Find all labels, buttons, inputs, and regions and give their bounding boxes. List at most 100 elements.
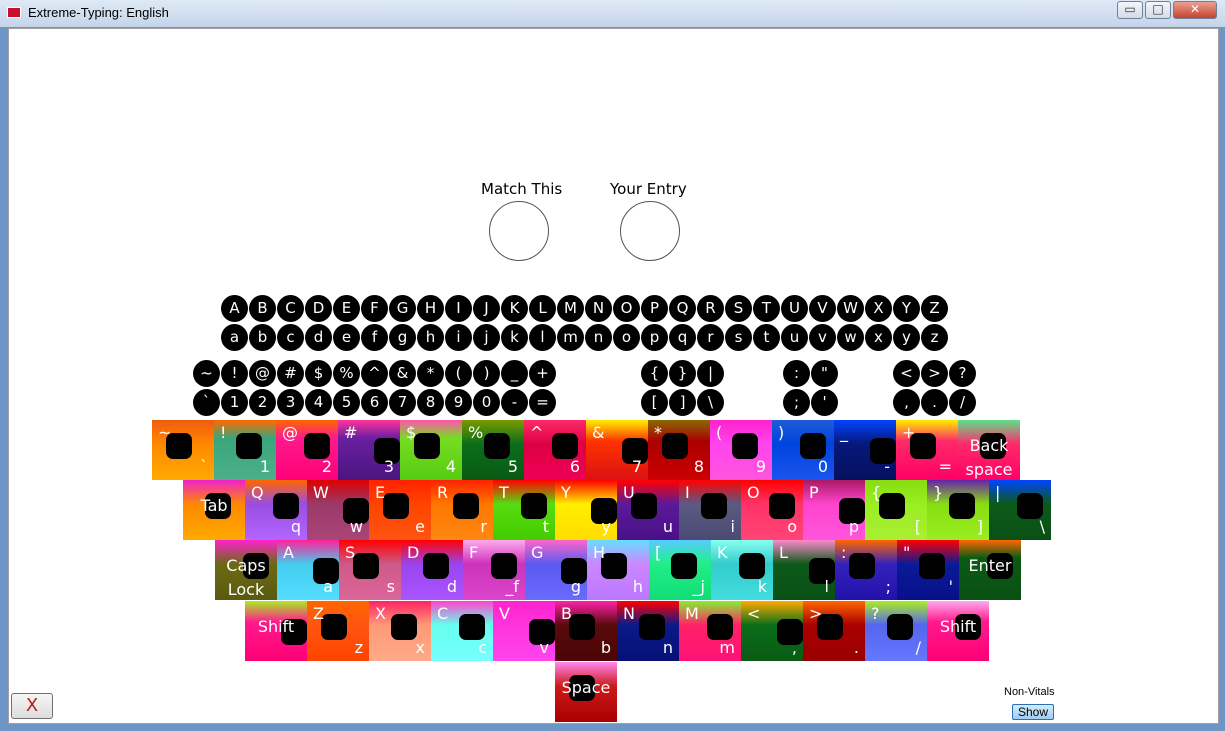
key[interactable]: ! 1 xyxy=(214,420,276,480)
key[interactable]: Mm xyxy=(679,601,741,661)
ref-symbol: < xyxy=(893,360,920,387)
key[interactable]: & 7 xyxy=(586,420,648,480)
key[interactable]: Ll xyxy=(773,540,835,600)
key-base-label: o xyxy=(787,517,797,536)
key[interactable]: @2 xyxy=(276,420,338,480)
key-base-label: y xyxy=(601,517,611,536)
key[interactable]: {[ xyxy=(865,480,927,540)
key[interactable]: #3 xyxy=(338,420,400,480)
key[interactable]: Hh xyxy=(587,540,649,600)
key-enter[interactable]: Enter xyxy=(959,540,1021,600)
key-shift-label: $ xyxy=(406,423,417,442)
key[interactable]: F _f xyxy=(463,540,525,600)
ref-symbol: 1 xyxy=(221,389,248,416)
ref-symbol: _ xyxy=(501,360,528,387)
ref-char: Q xyxy=(669,295,696,322)
ref-symbol: . xyxy=(921,389,948,416)
ref-symbol: ] xyxy=(669,389,696,416)
ref-symbol: 9 xyxy=(445,389,472,416)
key[interactable]: Nn xyxy=(617,601,679,661)
key[interactable]: ? / xyxy=(865,601,927,661)
key[interactable]: (9 xyxy=(710,420,772,480)
key[interactable]: Bb xyxy=(555,601,617,661)
key-shift[interactable]: Shift xyxy=(245,601,307,661)
key-base-label: [ xyxy=(914,517,921,536)
key[interactable]: % 5 xyxy=(462,420,524,480)
key-label: Back space xyxy=(965,436,1013,479)
ref-symbol: : xyxy=(783,360,810,387)
key[interactable]: [_j xyxy=(649,540,711,600)
key-base-label: b xyxy=(600,638,611,657)
exit-button[interactable]: X xyxy=(11,693,53,719)
key-base-label: g xyxy=(570,577,581,596)
key[interactable]: >. xyxy=(803,601,865,661)
key-base-label: m xyxy=(719,638,735,657)
key[interactable]: ^ 6 xyxy=(524,420,586,480)
key-shift-label: P xyxy=(809,483,819,502)
maximize-button[interactable]: □ xyxy=(1145,1,1171,19)
minimize-button[interactable]: ▭ xyxy=(1117,1,1143,19)
key[interactable]: Cc xyxy=(431,601,493,661)
key[interactable]: Xx xyxy=(369,601,431,661)
key-tab[interactable]: Tab xyxy=(183,480,245,540)
key[interactable]: Vv xyxy=(493,601,555,661)
ref-char: e xyxy=(333,324,360,351)
key[interactable]: Oo xyxy=(741,480,803,540)
key[interactable]: Ww xyxy=(307,480,369,540)
key-marker-icon xyxy=(459,614,485,640)
key-base-label: ' xyxy=(948,577,953,596)
key-shift-label: Y xyxy=(561,483,571,502)
key[interactable]: ~ ` xyxy=(152,420,214,480)
ref-char: d xyxy=(305,324,332,351)
key-base-label: , xyxy=(791,638,797,657)
key-shift-label: V xyxy=(499,604,510,623)
key[interactable]: Zz xyxy=(307,601,369,661)
key-marker-icon xyxy=(273,493,299,519)
key[interactable]: Uu xyxy=(617,480,679,540)
key[interactable]: _ - xyxy=(834,420,896,480)
key-base-label: k xyxy=(757,577,767,596)
key[interactable]: Aa xyxy=(277,540,339,600)
key-caps-lock[interactable]: Caps Lock xyxy=(215,540,277,600)
key-shift-label: Z xyxy=(313,604,324,623)
ref-symbol: ' xyxy=(811,389,838,416)
ref-symbol: # xyxy=(277,360,304,387)
key[interactable]: Ii xyxy=(679,480,741,540)
show-non-vitals-button[interactable]: Show xyxy=(1012,704,1054,720)
key[interactable]: Ss xyxy=(339,540,401,600)
close-button[interactable]: ✕ xyxy=(1173,1,1217,19)
key[interactable]: Rr xyxy=(431,480,493,540)
key[interactable]: + = xyxy=(896,420,958,480)
key-base-label: z xyxy=(354,638,363,657)
key-marker-icon xyxy=(662,433,688,459)
key[interactable]: Kk xyxy=(711,540,773,600)
key[interactable]: $4 xyxy=(400,420,462,480)
window-title: Extreme-Typing: English xyxy=(28,5,169,20)
ref-char: L xyxy=(529,295,556,322)
key-shift-label: } xyxy=(933,483,944,502)
ref-char: h xyxy=(417,324,444,351)
key[interactable]: | \ xyxy=(989,480,1051,540)
key[interactable]: Gg xyxy=(525,540,587,600)
key[interactable]: ) 0 xyxy=(772,420,834,480)
key[interactable]: Tt xyxy=(493,480,555,540)
key[interactable]: * 8 xyxy=(648,420,710,480)
key[interactable]: :; xyxy=(835,540,897,600)
key-back-space[interactable]: Back space xyxy=(958,420,1020,480)
key[interactable]: <, xyxy=(741,601,803,661)
key[interactable]: }] xyxy=(927,480,989,540)
key[interactable]: Ee xyxy=(369,480,431,540)
key[interactable]: Qq xyxy=(245,480,307,540)
key-label: Shift xyxy=(257,617,295,636)
key-space[interactable]: Space xyxy=(555,662,617,722)
ref-char: c xyxy=(277,324,304,351)
key[interactable]: Dd xyxy=(401,540,463,600)
match-this-label: Match This xyxy=(481,180,563,198)
ref-symbol: , xyxy=(893,389,920,416)
ref-char: p xyxy=(641,324,668,351)
ref-char: N xyxy=(585,295,612,322)
key[interactable]: " ' xyxy=(897,540,959,600)
key[interactable]: Pp xyxy=(803,480,865,540)
key[interactable]: Yy xyxy=(555,480,617,540)
key-shift[interactable]: Shift xyxy=(927,601,989,661)
